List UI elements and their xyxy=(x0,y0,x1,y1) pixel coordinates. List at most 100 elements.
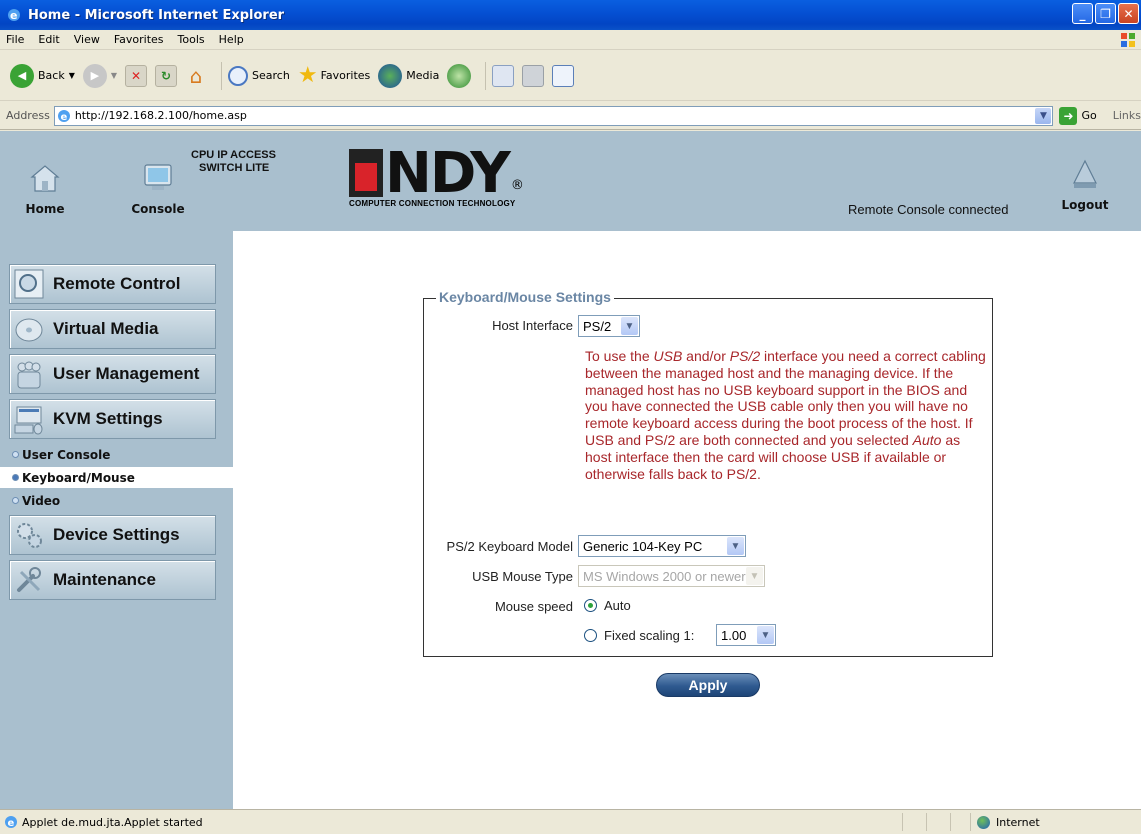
status-cell xyxy=(902,813,926,831)
page-icon: e xyxy=(5,816,17,829)
go-arrow-icon: ➜ xyxy=(1059,106,1078,125)
usb-mouse-type-select[interactable]: MS Windows 2000 or newer ▼ xyxy=(578,565,765,587)
minimize-button[interactable]: _ xyxy=(1072,3,1093,24)
menu-edit[interactable]: Edit xyxy=(38,33,59,46)
title-bar: e Home - Microsoft Internet Explorer _ ❐… xyxy=(0,0,1141,30)
home-nav-button[interactable]: Home xyxy=(20,161,70,216)
svg-text:e: e xyxy=(60,112,67,123)
mouse-speed-label: Mouse speed xyxy=(494,599,573,614)
links-button[interactable]: Links xyxy=(1113,109,1141,122)
console-nav-button[interactable]: Console xyxy=(125,161,191,216)
address-dropdown-icon[interactable]: ▼ xyxy=(1035,107,1052,124)
logout-icon xyxy=(1073,159,1097,188)
host-interface-select[interactable]: PS/2 ▼ xyxy=(578,315,640,337)
toolbar: ◀ Back ▼ ▶ ▼ ✕ ↻ ⌂ Search ★ Favorites Me… xyxy=(0,51,1141,101)
status-bar: e Applet de.mud.jta.Applet started Inter… xyxy=(0,809,1141,834)
status-cell xyxy=(926,813,950,831)
home-label: Home xyxy=(25,202,65,216)
forward-button[interactable]: ▶ ▼ xyxy=(82,63,117,88)
go-button[interactable]: ➜ Go xyxy=(1059,106,1097,125)
monitor-icon xyxy=(144,164,172,190)
logout-button[interactable]: Logout xyxy=(1055,157,1115,212)
menu-file[interactable]: File xyxy=(6,33,24,46)
close-button[interactable]: ✕ xyxy=(1118,3,1139,24)
stop-icon[interactable]: ✕ xyxy=(125,64,148,87)
media-icon xyxy=(378,63,403,88)
security-zone: Internet xyxy=(970,813,1141,831)
back-arrow-icon: ◀ xyxy=(10,63,34,88)
host-interface-note: To use the USB and/or PS/2 interface you… xyxy=(585,348,986,482)
sidebar-item-virtual-media[interactable]: Virtual Media xyxy=(9,309,216,349)
header-curve xyxy=(233,231,353,331)
sidebar-subitem-keyboard-mouse[interactable]: Keyboard/Mouse xyxy=(0,467,233,488)
usb-mouse-type-label: USB Mouse Type xyxy=(472,569,573,584)
kvm-icon xyxy=(14,406,43,435)
star-icon: ★ xyxy=(297,63,318,88)
users-icon xyxy=(17,361,41,389)
fieldset-legend: Keyboard/Mouse Settings xyxy=(436,289,614,305)
toolbar-separator xyxy=(485,61,487,90)
refresh-icon[interactable]: ↻ xyxy=(155,64,178,87)
windows-logo-icon xyxy=(1121,33,1135,47)
favorites-button[interactable]: ★ Favorites xyxy=(298,63,370,88)
menu-tools[interactable]: Tools xyxy=(178,33,205,46)
bullet-icon xyxy=(12,474,19,481)
host-interface-label: Host Interface xyxy=(492,318,573,333)
history-icon[interactable] xyxy=(447,63,472,88)
menu-favorites[interactable]: Favorites xyxy=(114,33,164,46)
address-bar: Address e http://192.168.2.100/home.asp … xyxy=(0,102,1141,130)
sidebar-item-remote-control[interactable]: Remote Control xyxy=(9,264,216,304)
menu-view[interactable]: View xyxy=(74,33,100,46)
home-icon[interactable]: ⌂ xyxy=(185,64,207,88)
toolbar-separator xyxy=(221,61,223,90)
sidebar-item-device-settings[interactable]: Device Settings xyxy=(9,515,216,555)
gears-icon xyxy=(17,523,42,548)
house-icon xyxy=(30,165,60,192)
restore-button[interactable]: ❐ xyxy=(1095,3,1116,24)
sidebar-item-maintenance[interactable]: Maintenance xyxy=(9,560,216,600)
chevron-down-icon: ▼ xyxy=(746,567,763,585)
forward-arrow-icon: ▶ xyxy=(82,63,107,88)
sidebar-item-user-management[interactable]: User Management xyxy=(9,354,216,394)
edit-icon[interactable] xyxy=(552,64,575,87)
media-label: Media xyxy=(406,69,440,82)
sidebar-item-kvm-settings[interactable]: KVM Settings xyxy=(9,399,216,439)
back-label: Back xyxy=(38,69,65,82)
page-icon: e xyxy=(57,109,70,123)
tools-icon xyxy=(17,567,41,592)
status-text: Applet de.mud.jta.Applet started xyxy=(22,815,203,829)
chevron-down-icon: ▼ xyxy=(757,626,774,644)
logout-label: Logout xyxy=(1061,198,1109,212)
chevron-down-icon: ▼ xyxy=(727,537,744,555)
scaling-select[interactable]: 1.00 ▼ xyxy=(716,624,776,646)
menu-bar: File Edit View Favorites Tools Help xyxy=(0,30,1141,50)
page-viewport: Home Console NDY ® COMPUTER CONNECTION T… xyxy=(0,131,1141,809)
disc-icon xyxy=(15,318,43,342)
sidebar-subitem-user-console[interactable]: User Console xyxy=(0,444,233,465)
search-label: Search xyxy=(252,69,290,82)
logo-l-mark xyxy=(349,149,383,197)
mouse-speed-fixed-option[interactable]: Fixed scaling 1: xyxy=(584,628,694,643)
radio-unchecked-icon[interactable] xyxy=(584,629,597,642)
search-button[interactable]: Search xyxy=(228,65,290,86)
media-button[interactable]: Media xyxy=(378,63,440,88)
search-icon xyxy=(228,65,249,86)
globe-icon xyxy=(977,815,990,829)
mouse-speed-auto-option[interactable]: Auto xyxy=(584,598,631,613)
svg-text:e: e xyxy=(8,818,15,829)
address-url: http://192.168.2.100/home.asp xyxy=(74,109,247,122)
apply-button[interactable]: Apply xyxy=(656,673,760,697)
svg-text:e: e xyxy=(10,9,17,22)
address-label: Address xyxy=(6,109,50,122)
sidebar-subitem-video[interactable]: Video xyxy=(0,490,233,511)
connection-status: Remote Console connected xyxy=(848,202,1009,217)
radio-checked-icon[interactable] xyxy=(584,599,597,612)
menu-help[interactable]: Help xyxy=(219,33,244,46)
keyboard-model-select[interactable]: Generic 104-Key PC ▼ xyxy=(578,535,746,557)
favorites-label: Favorites xyxy=(320,69,371,82)
address-input[interactable]: e http://192.168.2.100/home.asp ▼ xyxy=(53,105,1054,126)
mail-icon[interactable] xyxy=(492,64,515,87)
back-button[interactable]: ◀ Back ▼ xyxy=(10,63,75,88)
product-name: CPU IP ACCESS SWITCH LITE xyxy=(191,149,276,174)
print-icon[interactable] xyxy=(522,64,545,87)
